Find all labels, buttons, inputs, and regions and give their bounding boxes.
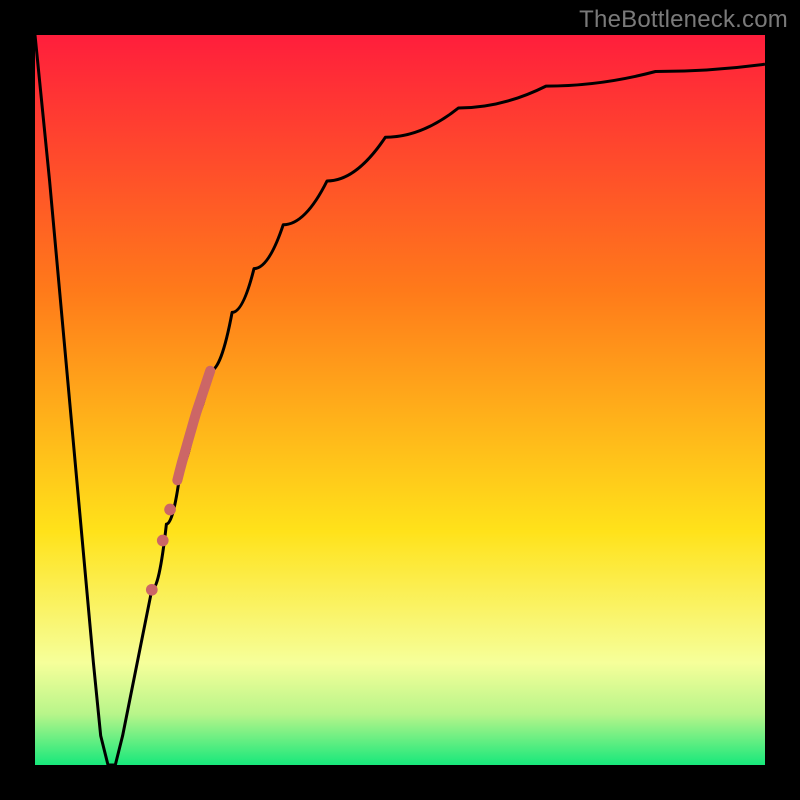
highlight-dot bbox=[157, 535, 169, 547]
highlight-dot bbox=[164, 504, 176, 516]
highlight-dot bbox=[146, 584, 158, 596]
chart-frame: TheBottleneck.com bbox=[0, 0, 800, 800]
plot-background bbox=[35, 35, 765, 765]
watermark-text: TheBottleneck.com bbox=[579, 6, 788, 34]
bottleneck-chart bbox=[0, 0, 800, 800]
